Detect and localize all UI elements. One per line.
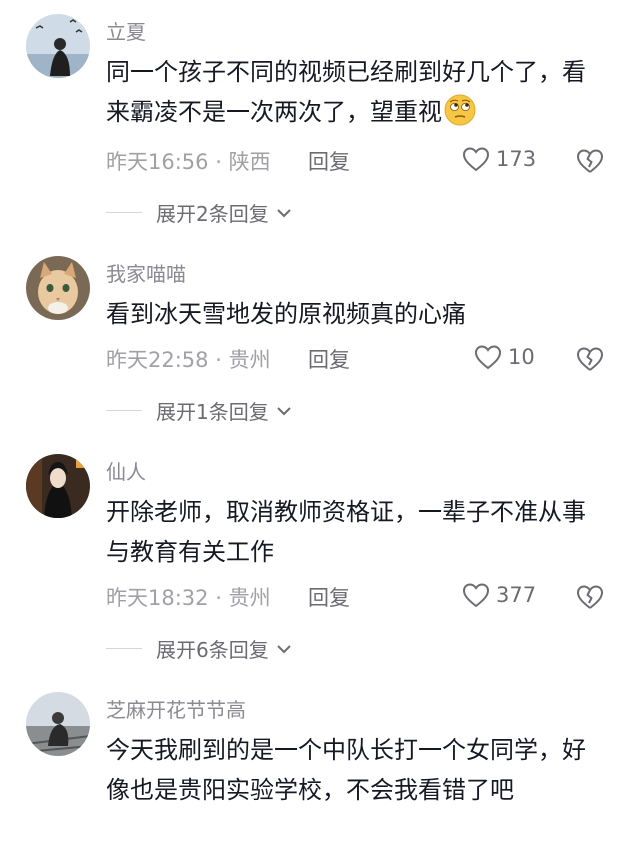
expand-replies-button[interactable]: 展开1条回复 [106, 396, 293, 425]
expand-replies-label: 展开2条回复 [156, 202, 269, 226]
comment-item: 芝麻开花节节高 今天我刷到的是一个中队长打一个女同学，好像也是贵阳实验学校，不会… [0, 692, 636, 863]
comment-item: 立夏 同一个孩子不同的视频已经刷到好几个了，看来霸凌不是一次两次了，望重视 昨天… [0, 14, 636, 234]
like-button[interactable]: 173 [462, 146, 536, 172]
username[interactable]: 立夏 [106, 16, 146, 45]
comment-meta: 昨天16:56 · 陕西 [106, 146, 271, 176]
comment-location: 贵州 [228, 348, 271, 372]
like-count: 377 [496, 583, 537, 607]
comment-text: 同一个孩子不同的视频已经刷到好几个了，看来霸凌不是一次两次了，望重视 [106, 52, 606, 132]
chevron-down-icon [277, 406, 291, 415]
like-button[interactable]: 377 [462, 582, 536, 608]
reply-button[interactable]: 回复 [308, 582, 350, 612]
comment-item: 我家喵喵 看到冰天雪地发的原视频真的心痛 昨天22:58 · 贵州 回复 10 … [0, 256, 636, 436]
expand-replies-label: 展开6条回复 [156, 638, 269, 662]
broken-heart-icon[interactable] [576, 584, 604, 610]
heart-outline-icon [474, 345, 502, 370]
comment-text: 开除老师，取消教师资格证，一辈子不准从事与教育有关工作 [106, 498, 586, 566]
meta-separator: · [215, 150, 222, 174]
reply-button[interactable]: 回复 [308, 344, 350, 374]
comment-time: 昨天22:58 [106, 348, 209, 372]
avatar[interactable] [26, 692, 90, 756]
chevron-down-icon [277, 208, 291, 217]
avatar[interactable] [26, 256, 90, 320]
expand-divider [106, 212, 142, 213]
avatar[interactable] [26, 14, 90, 78]
comment-text: 看到冰天雪地发的原视频真的心痛 [106, 300, 466, 328]
reply-button[interactable]: 回复 [308, 146, 350, 176]
expand-divider [106, 410, 142, 411]
comment-location: 陕西 [228, 150, 271, 174]
heart-outline-icon [462, 583, 490, 608]
comment-meta: 昨天18:32 · 贵州 [106, 582, 271, 612]
comment-time: 昨天16:56 [106, 150, 209, 174]
broken-heart-icon[interactable] [576, 148, 604, 174]
chevron-down-icon [277, 644, 291, 653]
comment-location: 贵州 [228, 586, 271, 610]
broken-heart-icon[interactable] [576, 346, 604, 372]
meta-separator: · [215, 348, 222, 372]
username[interactable]: 我家喵喵 [106, 258, 186, 287]
heart-outline-icon [462, 147, 490, 172]
meta-separator: · [215, 586, 222, 610]
comment-text: 今天我刷到的是一个中队长打一个女同学，好像也是贵阳实验学校，不会我看错了吧 [106, 736, 586, 804]
like-count: 173 [496, 147, 537, 171]
like-button[interactable]: 10 [474, 344, 535, 370]
expand-replies-label: 展开1条回复 [156, 400, 269, 424]
rolling-eyes-emoji-icon [444, 94, 476, 126]
comment-item: 仙人 开除老师，取消教师资格证，一辈子不准从事与教育有关工作 昨天18:32 ·… [0, 454, 636, 674]
comment-meta: 昨天22:58 · 贵州 [106, 344, 271, 374]
comment-time: 昨天18:32 [106, 586, 209, 610]
expand-replies-button[interactable]: 展开2条回复 [106, 198, 293, 227]
expand-replies-button[interactable]: 展开6条回复 [106, 634, 293, 663]
expand-divider [106, 648, 142, 649]
username[interactable]: 仙人 [106, 456, 146, 485]
like-count: 10 [508, 345, 535, 369]
username[interactable]: 芝麻开花节节高 [106, 694, 246, 723]
comment-text-body: 同一个孩子不同的视频已经刷到好几个了，看来霸凌不是一次两次了，望重视 [106, 58, 586, 126]
avatar[interactable] [26, 454, 90, 518]
